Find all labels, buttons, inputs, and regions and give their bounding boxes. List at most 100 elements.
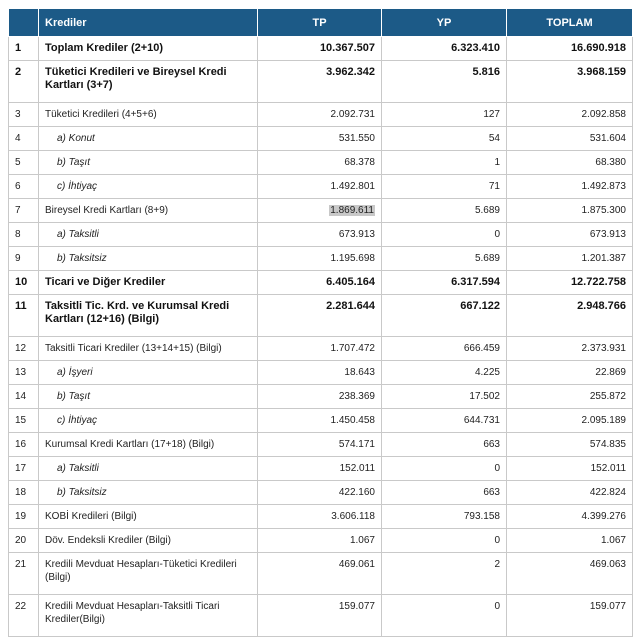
row-number: 8 — [8, 222, 39, 247]
cell-tp: 18.643 — [257, 360, 382, 385]
row-label-cell: a) İşyeri — [38, 360, 258, 385]
cell-toplam: 2.373.931 — [506, 336, 633, 361]
cell-toplam: 574.835 — [506, 432, 633, 457]
cell-yp: 127 — [381, 102, 507, 127]
cell-toplam: 12.722.758 — [506, 270, 633, 295]
cell-yp: 666.459 — [381, 336, 507, 361]
table-row: 5 b) Taşıt 68.378 1 68.380 — [8, 150, 633, 175]
row-number: 11 — [8, 294, 39, 337]
row-label: c) İhtiyaç — [57, 415, 98, 426]
credits-table: Krediler TP YP TOPLAM 1 Toplam Krediler (… — [8, 8, 633, 637]
row-number: 10 — [8, 270, 39, 295]
cell-yp: 1 — [381, 150, 507, 175]
highlighted-value[interactable]: 1.869.611 — [329, 205, 375, 216]
cell-toplam: 1.875.300 — [506, 198, 633, 223]
row-label-cell: b) Taşıt — [38, 150, 258, 175]
row-label: a) İşyeri — [57, 367, 93, 378]
row-label-cell: Kredili Mevduat Hesapları-Tüketici Kredi… — [38, 552, 258, 595]
table-row: 1 Toplam Krediler (2+10) 10.367.507 6.323.4… — [8, 36, 633, 61]
cell-tp: 1.450.458 — [257, 408, 382, 433]
header-tp: TP — [257, 8, 382, 37]
row-label: b) Taksitsiz — [57, 487, 107, 498]
cell-tp: 1.067 — [257, 528, 382, 553]
table-row: 7 Bireysel Kredi Kartları (8+9) 1.869.611 5… — [8, 198, 633, 223]
row-label-cell: b) Taksitsiz — [38, 480, 258, 505]
table-row: 19 KOBİ Kredileri (Bilgi) 3.606.118 793.158… — [8, 504, 633, 529]
table-row: 6 c) İhtiyaç 1.492.801 71 1.492.873 — [8, 174, 633, 199]
table-row: 12 Taksitli Ticari Krediler (13+14+15) (B… — [8, 336, 633, 361]
row-number: 17 — [8, 456, 39, 481]
row-number: 12 — [8, 336, 39, 361]
row-label-cell: Taksitli Ticari Krediler (13+14+15) (Bil… — [38, 336, 258, 361]
row-label-cell: KOBİ Kredileri (Bilgi) — [38, 504, 258, 529]
cell-yp: 644.731 — [381, 408, 507, 433]
row-number: 9 — [8, 246, 39, 271]
row-number: 3 — [8, 102, 39, 127]
table-row: 11 Taksitli Tic. Krd. ve Kurumsal Kredi K… — [8, 294, 633, 337]
cell-toplam: 16.690.918 — [506, 36, 633, 61]
table-row: 14 b) Taşıt 238.369 17.502 255.872 — [8, 384, 633, 409]
table-row: 16 Kurumsal Kredi Kartları (17+18) (Bilgi… — [8, 432, 633, 457]
credits-table-container: Krediler TP YP TOPLAM 1 Toplam Krediler (… — [8, 8, 633, 637]
row-number: 18 — [8, 480, 39, 505]
cell-toplam: 255.872 — [506, 384, 633, 409]
cell-yp: 54 — [381, 126, 507, 151]
row-label-cell: Kredili Mevduat Hesapları-Taksitli Ticar… — [38, 594, 258, 637]
table-row: 2 Tüketici Kredileri ve Bireysel Kredi Ka… — [8, 60, 633, 103]
header-num — [8, 8, 39, 37]
cell-tp: 1.195.698 — [257, 246, 382, 271]
cell-toplam: 469.063 — [506, 552, 633, 595]
cell-yp: 6.323.410 — [381, 36, 507, 61]
row-label-cell: a) Taksitli — [38, 456, 258, 481]
table-row: 3 Tüketici Kredileri (4+5+6) 2.092.731 127 2… — [8, 102, 633, 127]
row-label: a) Taksitli — [57, 229, 99, 240]
table-row: 4 a) Konut 531.550 54 531.604 — [8, 126, 633, 151]
row-number: 13 — [8, 360, 39, 385]
cell-yp: 667.122 — [381, 294, 507, 337]
cell-toplam: 422.824 — [506, 480, 633, 505]
cell-yp: 17.502 — [381, 384, 507, 409]
table-body: 1 Toplam Krediler (2+10) 10.367.507 6.323.4… — [8, 36, 633, 637]
row-number: 1 — [8, 36, 39, 61]
table-row: 15 c) İhtiyaç 1.450.458 644.731 2.095.189 — [8, 408, 633, 433]
cell-toplam: 2.092.858 — [506, 102, 633, 127]
cell-tp: 673.913 — [257, 222, 382, 247]
cell-tp: 1.869.611 — [257, 198, 382, 223]
cell-toplam: 4.399.276 — [506, 504, 633, 529]
cell-yp: 663 — [381, 480, 507, 505]
cell-tp: 531.550 — [257, 126, 382, 151]
cell-yp: 663 — [381, 432, 507, 457]
table-row: 10 Ticari ve Diğer Krediler 6.405.164 6.317… — [8, 270, 633, 295]
table-row: 18 b) Taksitsiz 422.160 663 422.824 — [8, 480, 633, 505]
row-number: 16 — [8, 432, 39, 457]
row-number: 14 — [8, 384, 39, 409]
row-number: 15 — [8, 408, 39, 433]
cell-yp: 5.816 — [381, 60, 507, 103]
cell-yp: 793.158 — [381, 504, 507, 529]
table-row: 17 a) Taksitli 152.011 0 152.011 — [8, 456, 633, 481]
cell-tp: 2.092.731 — [257, 102, 382, 127]
row-label-cell: Tüketici Kredileri (4+5+6) — [38, 102, 258, 127]
row-number: 4 — [8, 126, 39, 151]
table-row: 8 a) Taksitli 673.913 0 673.913 — [8, 222, 633, 247]
cell-tp: 3.962.342 — [257, 60, 382, 103]
cell-toplam: 1.201.387 — [506, 246, 633, 271]
row-label-cell: Toplam Krediler (2+10) — [38, 36, 258, 61]
row-label-cell: Döv. Endeksli Krediler (Bilgi) — [38, 528, 258, 553]
cell-tp: 469.061 — [257, 552, 382, 595]
cell-tp: 1.492.801 — [257, 174, 382, 199]
cell-yp: 0 — [381, 594, 507, 637]
row-label: c) İhtiyaç — [57, 181, 98, 192]
row-number: 22 — [8, 594, 39, 637]
row-number: 7 — [8, 198, 39, 223]
cell-toplam: 22.869 — [506, 360, 633, 385]
header-row: Krediler TP YP TOPLAM — [8, 8, 633, 37]
cell-toplam: 3.968.159 — [506, 60, 633, 103]
row-label-cell: Bireysel Kredi Kartları (8+9) — [38, 198, 258, 223]
cell-yp: 5.689 — [381, 246, 507, 271]
cell-yp: 0 — [381, 456, 507, 481]
cell-tp: 159.077 — [257, 594, 382, 637]
cell-tp: 422.160 — [257, 480, 382, 505]
cell-yp: 0 — [381, 222, 507, 247]
row-label: b) Taksitsiz — [57, 253, 107, 264]
